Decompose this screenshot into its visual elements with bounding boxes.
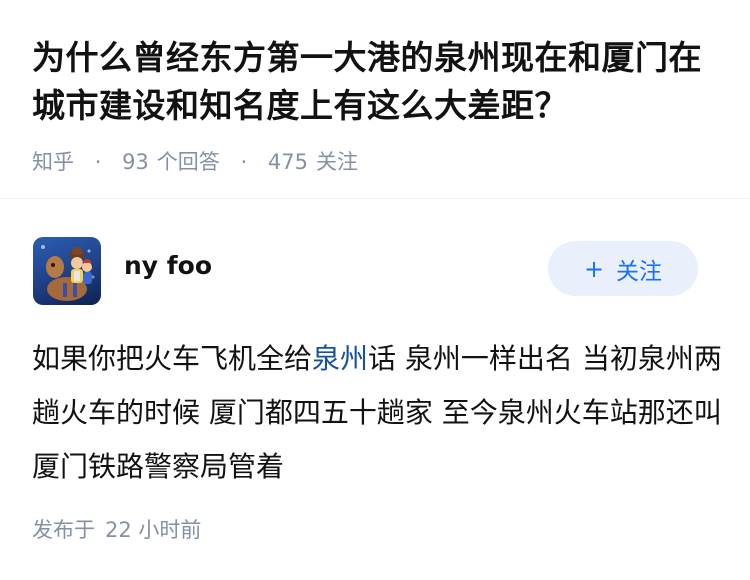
follow-button[interactable]: + 关注 [548, 241, 698, 296]
content-text: 如果你把火车飞机全给 [32, 342, 313, 375]
post-time-value: 22 小时前 [105, 518, 202, 542]
plus-icon: + [583, 254, 605, 283]
answer-card: ny foo + 关注 如果你把火车飞机全给泉州话 泉州一样出名 当初泉州两趟火… [0, 199, 750, 580]
answer-content: 如果你把火车飞机全给泉州话 泉州一样出名 当初泉州两趟火车的时候 厦门都四五十趟… [32, 332, 722, 494]
avatar[interactable] [33, 237, 101, 305]
answer-count-link[interactable]: 93 个回答 [122, 150, 220, 174]
follower-count: 475 [267, 150, 308, 174]
source-label: 知乎 [32, 150, 74, 174]
follow-button-label: 关注 [616, 258, 663, 285]
author-name[interactable]: ny foo [124, 251, 212, 280]
separator-dot: · [94, 150, 102, 174]
separator-dot: · [240, 150, 248, 174]
answer-count-label: 个回答 [156, 150, 220, 174]
answer-count: 93 [122, 150, 149, 174]
question-header: 为什么曾经东方第一大港的泉州现在和厦门在城市建设和知名度上有这么大差距？ 知乎 … [0, 0, 750, 199]
post-time: 发布于 22 小时前 [32, 514, 201, 544]
post-time-prefix: 发布于 [32, 518, 95, 542]
content-link[interactable]: 泉州 [312, 342, 368, 375]
avatar-image [41, 245, 95, 301]
question-title[interactable]: 为什么曾经东方第一大港的泉州现在和厦门在城市建设和知名度上有这么大差距？ [32, 34, 722, 130]
follower-count-label: 关注 [315, 150, 358, 174]
question-meta: 知乎 · 93 个回答 · 475 关注 [32, 146, 358, 176]
follower-count-link[interactable]: 475 关注 [268, 150, 358, 174]
